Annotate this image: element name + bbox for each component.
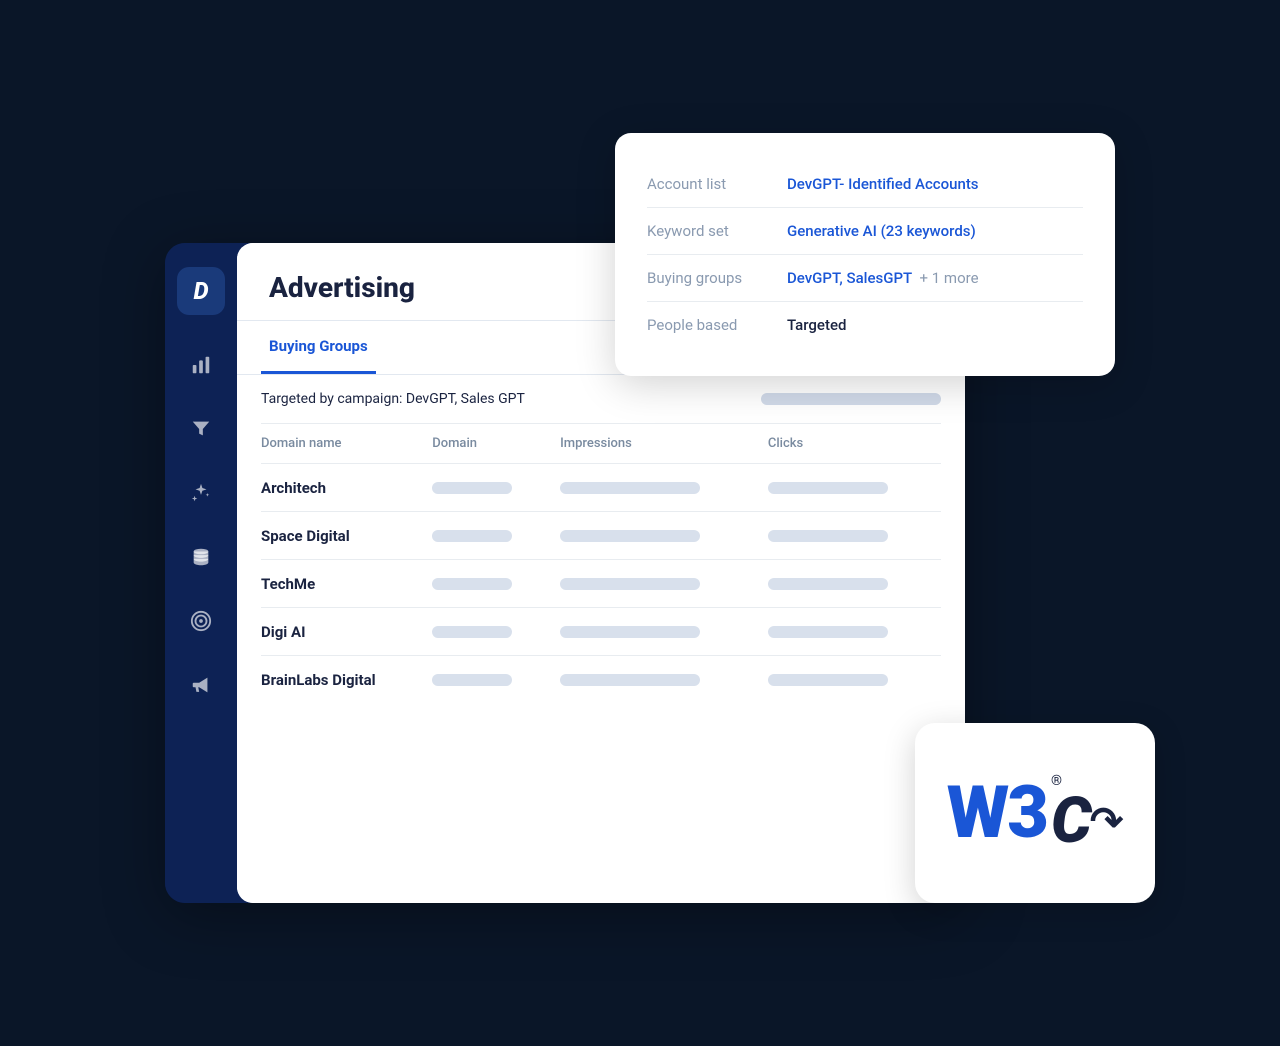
table-body: Architech Space Digital — [261, 464, 941, 704]
info-label-buying-groups: Buying groups — [647, 269, 787, 287]
domain-cell — [424, 560, 552, 608]
impressions-cell — [552, 656, 760, 704]
domain-name-cell: Architech — [261, 464, 424, 512]
domain-name-cell: Space Digital — [261, 512, 424, 560]
w3c-three-number: 3 — [1007, 777, 1049, 849]
impressions-cell — [552, 512, 760, 560]
table-row: Digi AI — [261, 608, 941, 656]
table-row: BrainLabs Digital — [261, 656, 941, 704]
domain-cell — [424, 512, 552, 560]
w3c-logo: W 3 ® C ↷ — [947, 773, 1124, 853]
w3c-c-letter: C — [1051, 789, 1092, 853]
domain-name-cell: TechMe — [261, 560, 424, 608]
info-value-people: Targeted — [787, 316, 846, 334]
w3c-c-wrap: ® C — [1051, 773, 1092, 853]
info-label-people: People based — [647, 316, 787, 334]
chart-bar-icon[interactable] — [183, 347, 219, 383]
clicks-cell — [760, 656, 941, 704]
tab-buying-groups[interactable]: Buying Groups — [261, 321, 376, 374]
filter-pill — [761, 393, 941, 405]
table-header-row: Domain name Domain Impressions Clicks — [261, 424, 941, 464]
info-label-account: Account list — [647, 175, 787, 193]
impressions-cell — [552, 464, 760, 512]
logo-icon: D — [193, 277, 208, 305]
target-icon[interactable] — [183, 603, 219, 639]
logo-area: D — [177, 267, 225, 315]
w3c-arrow-icon: ↷ — [1090, 798, 1124, 845]
info-value-buying-groups: DevGPT, SalesGPT + 1 more — [787, 269, 979, 287]
megaphone-icon[interactable] — [183, 667, 219, 703]
nav-icons — [183, 347, 219, 703]
info-label-keyword: Keyword set — [647, 222, 787, 240]
col-domain: Domain — [424, 424, 552, 464]
info-card-row-people: People based Targeted — [647, 302, 1083, 348]
domain-name-cell: Digi AI — [261, 608, 424, 656]
domain-name-cell: BrainLabs Digital — [261, 656, 424, 704]
col-domain-name: Domain name — [261, 424, 424, 464]
info-value-keyword: Generative AI (23 keywords) — [787, 222, 976, 240]
sidebar: D — [165, 243, 237, 903]
clicks-cell — [760, 512, 941, 560]
data-table: Domain name Domain Impressions Clicks Ar… — [261, 424, 941, 703]
impressions-cell — [552, 560, 760, 608]
campaign-filter-row: Targeted by campaign: DevGPT, Sales GPT — [261, 375, 941, 424]
info-value-account: DevGPT- Identified Accounts — [787, 175, 979, 193]
info-card: Account list DevGPT- Identified Accounts… — [615, 133, 1115, 376]
w3c-badge: W 3 ® C ↷ — [915, 723, 1155, 903]
clicks-cell — [760, 464, 941, 512]
clicks-cell — [760, 560, 941, 608]
magic-icon[interactable] — [183, 475, 219, 511]
domain-cell — [424, 464, 552, 512]
impressions-cell — [552, 608, 760, 656]
info-card-row-account: Account list DevGPT- Identified Accounts — [647, 161, 1083, 208]
funnel-icon[interactable] — [183, 411, 219, 447]
col-clicks: Clicks — [760, 424, 941, 464]
clicks-cell — [760, 608, 941, 656]
table-head: Domain name Domain Impressions Clicks — [261, 424, 941, 464]
info-card-row-buying-groups: Buying groups DevGPT, SalesGPT + 1 more — [647, 255, 1083, 302]
table-row: TechMe — [261, 560, 941, 608]
table-wrapper: Targeted by campaign: DevGPT, Sales GPT … — [237, 375, 965, 703]
domain-cell — [424, 608, 552, 656]
database-icon[interactable] — [183, 539, 219, 575]
col-impressions: Impressions — [552, 424, 760, 464]
campaign-filter-text: Targeted by campaign: DevGPT, Sales GPT — [261, 391, 525, 407]
table-row: Architech — [261, 464, 941, 512]
domain-cell — [424, 656, 552, 704]
scene: Account list DevGPT- Identified Accounts… — [165, 113, 1115, 933]
w3c-w-letter: W — [947, 777, 1006, 849]
info-card-row-keyword: Keyword set Generative AI (23 keywords) — [647, 208, 1083, 255]
content-body: Buying Groups Targeted by campaign: DevG… — [237, 321, 965, 903]
table-row: Space Digital — [261, 512, 941, 560]
